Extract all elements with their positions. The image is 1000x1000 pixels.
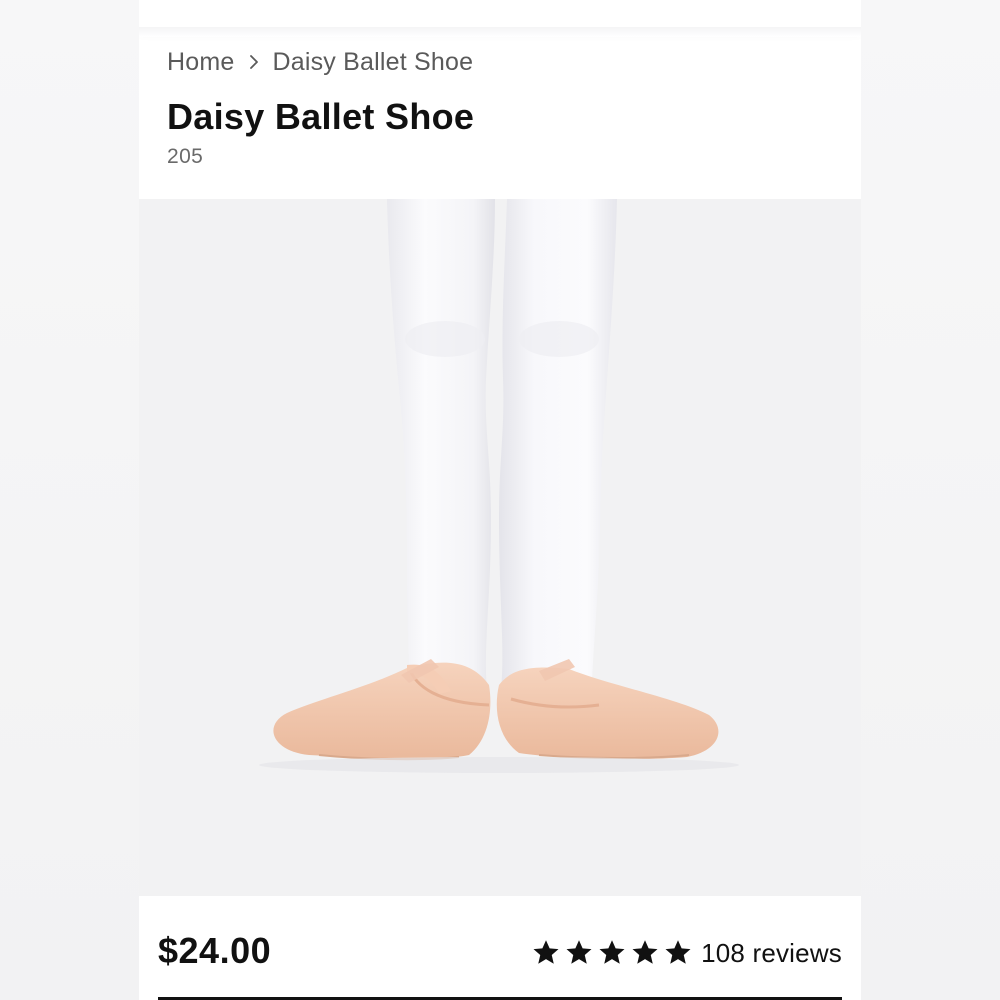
backdrop-right <box>861 0 1000 1000</box>
breadcrumb-home-link[interactable]: Home <box>167 48 235 77</box>
reviews-link[interactable]: 108 reviews <box>701 938 842 969</box>
product-price: $24.00 <box>158 930 272 971</box>
star-icon <box>533 940 559 964</box>
product-sku: 205 <box>167 145 204 168</box>
star-icon <box>632 940 658 964</box>
breadcrumb-current: Daisy Ballet Shoe <box>272 47 474 76</box>
star-icon <box>665 940 691 964</box>
chevron-right-icon <box>235 54 273 70</box>
star-icon <box>599 940 625 964</box>
star-icon <box>566 940 592 964</box>
price-row: $24.00 108 reviews <box>139 896 861 1000</box>
top-bar-shadow <box>139 27 861 37</box>
star-rating <box>531 938 693 968</box>
rating[interactable]: 108 reviews <box>531 936 842 970</box>
product-image[interactable] <box>139 199 861 896</box>
breadcrumb: Home Daisy Ballet Shoe <box>167 44 473 80</box>
product-page: Home Daisy Ballet Shoe Daisy Ballet Shoe… <box>139 0 861 1000</box>
top-bar <box>139 0 861 27</box>
product-title: Daisy Ballet Shoe <box>167 96 475 137</box>
product-photo <box>139 199 861 896</box>
backdrop-left <box>0 0 139 1000</box>
